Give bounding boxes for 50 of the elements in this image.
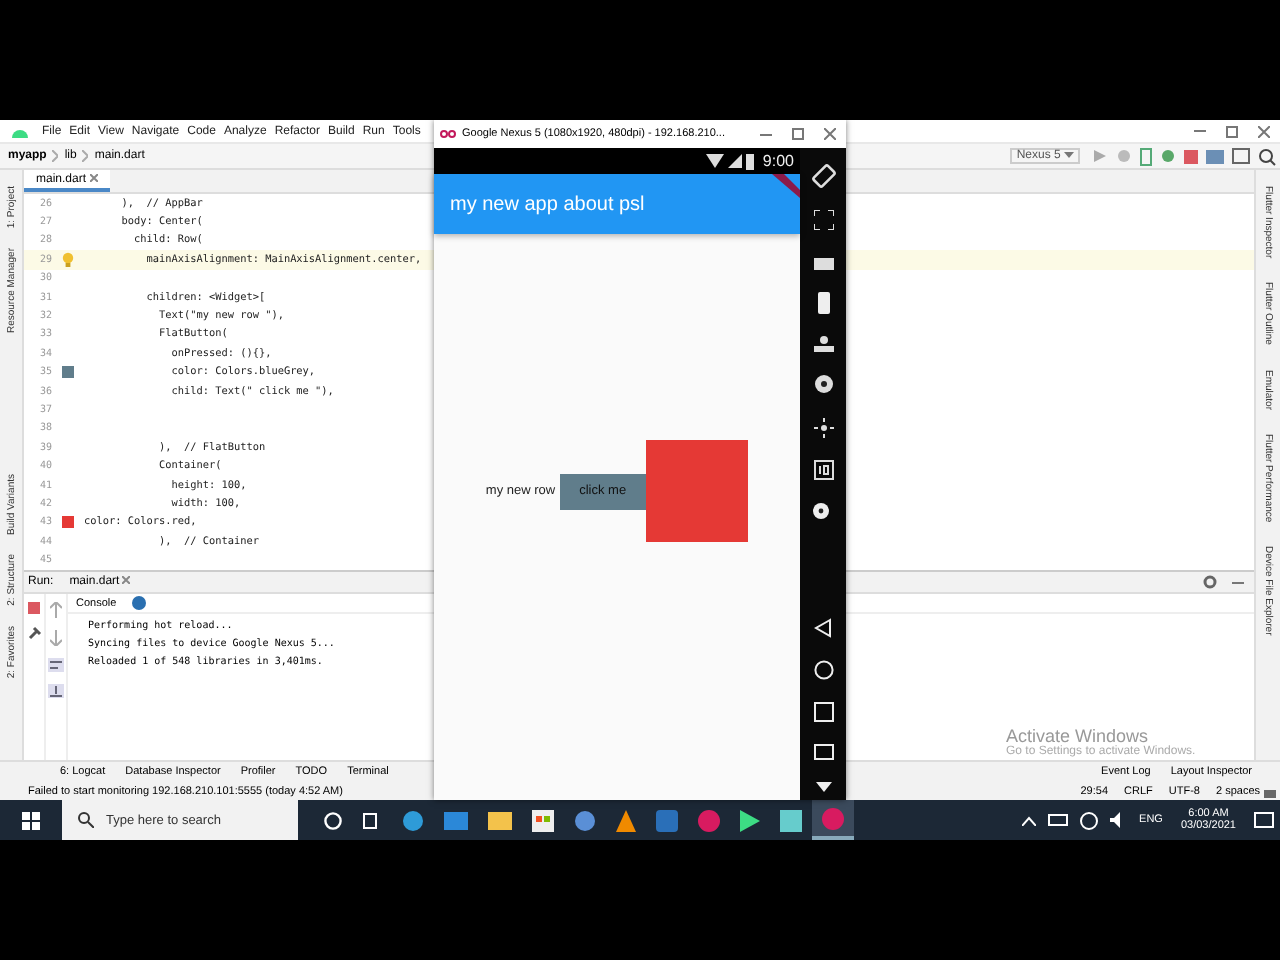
close-icon[interactable]	[824, 128, 836, 140]
wrap-icon[interactable]	[48, 658, 64, 672]
back-icon[interactable]	[814, 618, 832, 638]
app-icon[interactable]	[740, 809, 760, 831]
app-icon	[440, 130, 456, 138]
cone-icon[interactable]	[616, 809, 636, 831]
overview-icon[interactable]	[813, 702, 833, 722]
phone-icon[interactable]	[1140, 147, 1152, 165]
id-icon[interactable]	[813, 460, 833, 480]
chevron-icon	[52, 150, 59, 162]
maximize-icon[interactable]	[792, 128, 804, 140]
battery-icon[interactable]	[1047, 814, 1068, 826]
settings-icon[interactable]	[1202, 574, 1218, 590]
webcam-icon[interactable]	[813, 374, 833, 396]
menu-icon[interactable]	[813, 744, 833, 760]
battery-icon[interactable]	[817, 292, 829, 314]
minimize-icon[interactable]	[760, 133, 772, 135]
store-icon[interactable]	[532, 809, 554, 831]
maximize-icon[interactable]	[1226, 125, 1238, 137]
chevron-icon	[82, 150, 89, 162]
lock-icon[interactable]	[1264, 784, 1276, 798]
home-icon[interactable]	[813, 660, 833, 680]
color-swatch[interactable]	[62, 366, 74, 379]
stop-icon[interactable]	[1184, 149, 1198, 163]
search-icon[interactable]	[1258, 147, 1276, 165]
status-clock: 9:00	[762, 152, 794, 170]
flutter-icon[interactable]	[132, 596, 147, 610]
battery-icon	[746, 153, 755, 169]
app-title: my new app about psl	[450, 193, 645, 215]
activation-title: Activate Windows	[1006, 726, 1149, 746]
close-icon[interactable]	[122, 576, 131, 584]
close-icon[interactable]	[1258, 125, 1270, 137]
caret-icon	[1064, 152, 1074, 158]
record-icon[interactable]	[812, 502, 834, 520]
fullscreen-icon[interactable]	[813, 210, 833, 230]
close-icon[interactable]	[89, 174, 98, 182]
minimize-icon[interactable]	[1232, 581, 1244, 583]
square-container	[646, 440, 749, 542]
window-icon[interactable]	[1232, 148, 1250, 164]
windows-logo-icon[interactable]	[22, 811, 40, 829]
mail-icon[interactable]	[444, 811, 468, 829]
circle-icon[interactable]	[324, 811, 342, 829]
search-icon	[78, 812, 94, 828]
task-view-icon[interactable]	[362, 811, 382, 829]
color-swatch[interactable]	[62, 516, 74, 529]
scroll-end-icon[interactable]	[48, 684, 64, 698]
dpad-icon[interactable]	[813, 418, 833, 438]
rotate-icon[interactable]	[811, 164, 835, 188]
chevron-up-icon[interactable]	[1021, 815, 1036, 825]
notification-icon[interactable]	[1254, 811, 1274, 829]
